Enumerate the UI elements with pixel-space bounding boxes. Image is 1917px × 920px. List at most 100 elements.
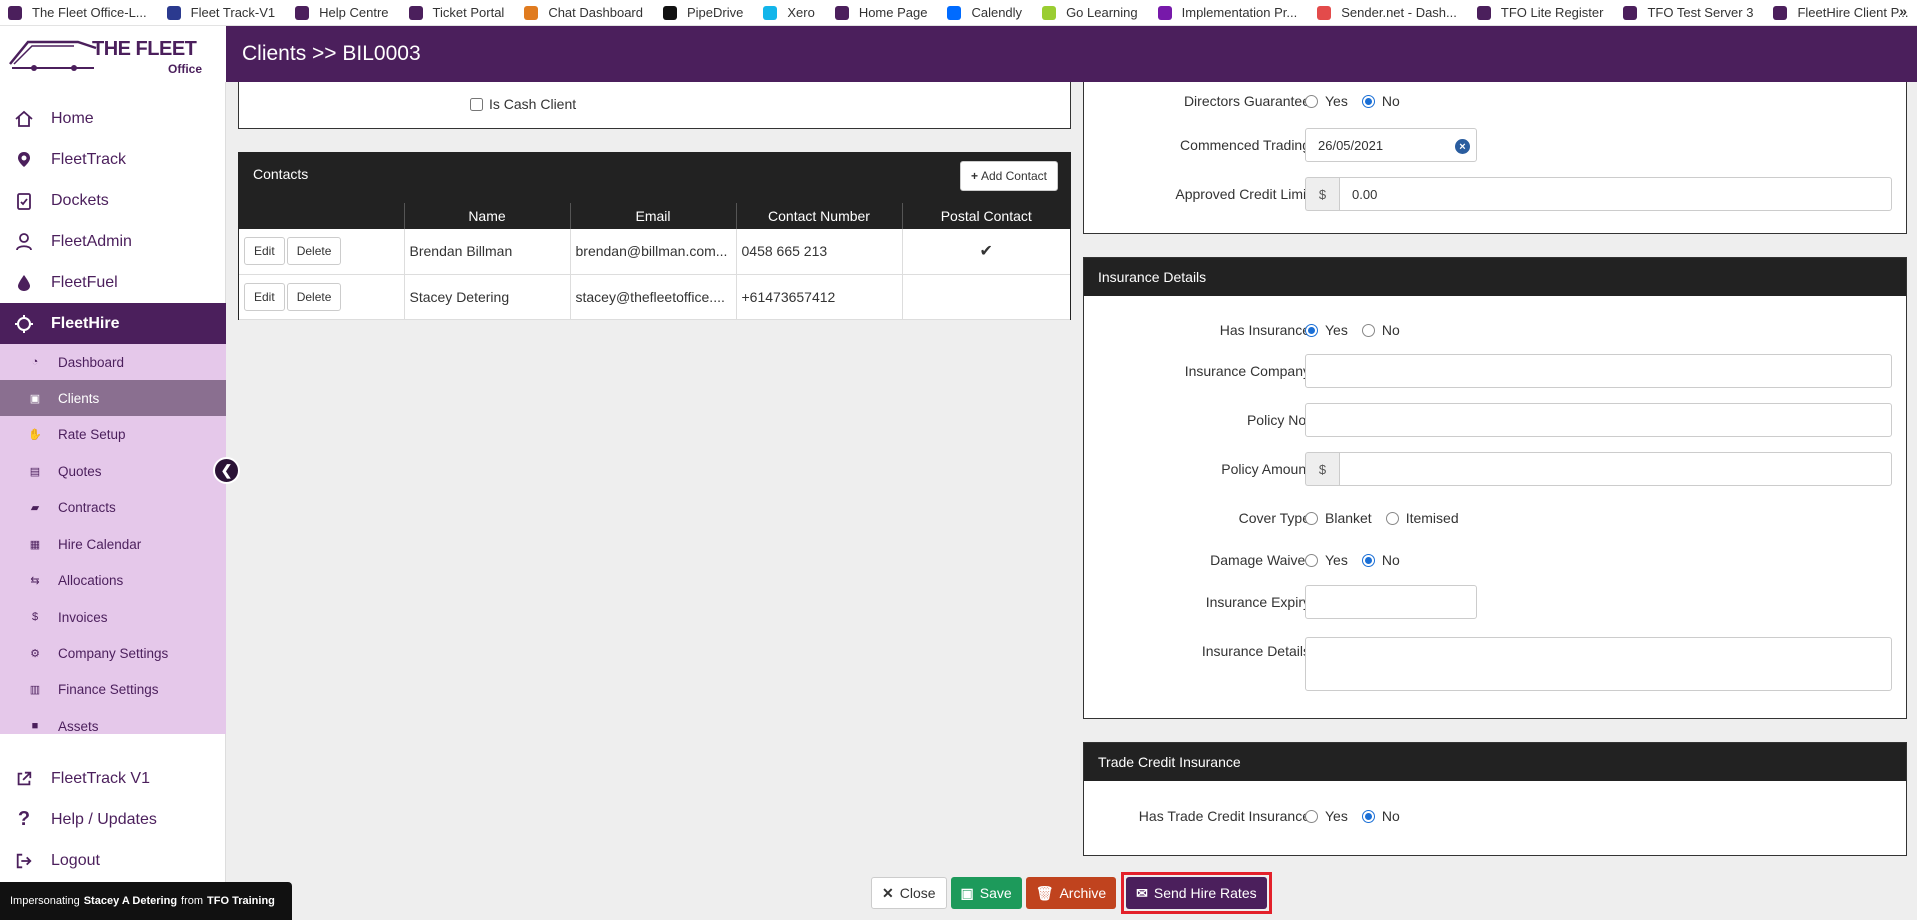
bookmark-favicon-icon [524, 5, 539, 20]
nav-home[interactable]: Home [0, 98, 226, 139]
radio-on-icon [1305, 323, 1318, 337]
radio-label: No [1381, 552, 1400, 568]
trade-credit-no-radio[interactable]: No [1361, 808, 1400, 824]
bookmark-label: Go Learning [1066, 5, 1138, 20]
column-header-contact-number[interactable]: Contact Number [735, 203, 902, 229]
close-button[interactable]: ✕ Close [871, 877, 947, 909]
table-row: Edit Delete Stacey Detering stacey@thefle… [239, 274, 1070, 320]
column-header-postal-contact[interactable]: Postal Contact [901, 203, 1070, 229]
cover-type-blanket-radio[interactable]: Blanket [1305, 510, 1372, 526]
radio-off-icon [1305, 809, 1318, 823]
nav-fleettrack[interactable]: FleetTrack [0, 139, 226, 180]
bookmark-item[interactable]: Chat Dashboard [524, 5, 643, 20]
nav-label: Help / Updates [51, 810, 157, 828]
column-header-name[interactable]: Name [403, 203, 570, 229]
id-card-icon: ▣ [29, 392, 41, 405]
bookmark-item[interactable]: Home Page [834, 5, 928, 20]
archive-button[interactable]: 🗑 Archive [1025, 877, 1117, 909]
sub-item-contracts[interactable]: ▰ Contracts [0, 489, 226, 525]
add-contact-button[interactable]: + Add Contact [959, 161, 1058, 191]
nav-logout[interactable]: Logout [0, 840, 226, 881]
sub-item-finance-settings[interactable]: ▥ Finance Settings [0, 671, 226, 707]
envelope-icon: ✉ [1136, 884, 1148, 901]
policy-no-input[interactable] [1305, 403, 1892, 437]
nav-help-updates[interactable]: ? Help / Updates [0, 799, 226, 840]
sub-item-clients[interactable]: ▣ Clients [0, 380, 226, 416]
bookmark-item[interactable]: Calendly [947, 5, 1022, 20]
bookmarks-bar: The Fleet Office-L... Fleet Track-V1 Help … [0, 0, 1917, 26]
sub-item-assets[interactable]: ■ Assets [0, 708, 226, 744]
bookmark-label: Ticket Portal [432, 5, 505, 20]
cover-type-row: Cover Type Blanket Itemised [1084, 501, 1906, 535]
save-label: Save [979, 885, 1012, 901]
directors-guarantee-no-radio[interactable]: No [1361, 93, 1400, 109]
bookmark-item[interactable]: TFO Test Server 3 [1623, 5, 1753, 20]
sub-item-quotes[interactable]: ▤ Quotes [0, 453, 226, 489]
delete-button[interactable]: Delete [286, 237, 342, 266]
bookmark-item[interactable]: The Fleet Office-L... [8, 5, 147, 20]
sub-item-dashboard[interactable]: ◔ Dashboard [0, 344, 226, 380]
archive-label: Archive [1059, 885, 1107, 901]
insurance-expiry-input[interactable] [1305, 585, 1477, 619]
postal-contact-check-icon: ✔ [901, 229, 1070, 275]
commenced-trading-date-field[interactable]: 26/05/2021 × [1305, 128, 1477, 162]
directors-guarantee-yes-radio[interactable]: Yes [1305, 93, 1348, 109]
trade-credit-yes-radio[interactable]: Yes [1305, 808, 1348, 824]
send-hire-rates-highlight: ✉ Send Hire Rates [1121, 872, 1272, 914]
cover-type-itemised-radio[interactable]: Itemised [1385, 510, 1459, 526]
calendar-icon: ▦ [29, 538, 41, 551]
damage-waiver-no-radio[interactable]: No [1361, 552, 1400, 568]
column-header-email[interactable]: Email [569, 203, 736, 229]
nav-dockets[interactable]: Dockets [0, 180, 226, 221]
sub-item-allocations[interactable]: ⇆ Allocations [0, 562, 226, 598]
bookmark-favicon-icon [1317, 5, 1332, 20]
home-icon [12, 107, 36, 131]
dollar-icon: $ [31, 611, 39, 623]
radio-off-icon [1361, 323, 1375, 337]
has-insurance-no-radio[interactable]: No [1361, 322, 1400, 338]
bookmark-favicon-icon [1623, 5, 1638, 20]
insurance-company-input[interactable] [1305, 354, 1892, 388]
cash-client-input[interactable] [470, 97, 483, 111]
truck-logo-icon [9, 40, 97, 71]
bookmark-item[interactable]: Ticket Portal [408, 5, 505, 20]
bookmark-item[interactable]: TFO Lite Register [1476, 5, 1603, 20]
plus-icon: + [970, 169, 978, 183]
send-hire-rates-button[interactable]: ✉ Send Hire Rates [1126, 877, 1267, 909]
delete-button[interactable]: Delete [286, 282, 342, 311]
sub-item-rate-setup[interactable]: ✋ Rate Setup [0, 416, 226, 452]
clear-date-icon[interactable]: × [1455, 139, 1470, 154]
bookmark-item[interactable]: Go Learning [1042, 5, 1138, 20]
collapse-sidebar-button[interactable]: ❮ [213, 457, 240, 484]
logo[interactable]: THE FLEET Office [0, 26, 226, 82]
bookmark-item[interactable]: Fleet Track-V1 [166, 5, 275, 20]
bookmark-label: Home Page [858, 5, 928, 20]
has-trade-credit-label: Has Trade Credit Insurance [1138, 808, 1310, 824]
bookmark-item[interactable]: Sender.net - Dash... [1317, 5, 1457, 20]
bookmark-item[interactable]: Xero [763, 5, 815, 20]
credit-limit-input[interactable]: 0.00 [1339, 177, 1892, 211]
trade-credit-card: Trade Credit Insurance Has Trade Credit … [1083, 742, 1907, 856]
more-bookmarks-icon[interactable]: » [1899, 3, 1907, 19]
sub-item-invoices[interactable]: $ Invoices [0, 599, 226, 635]
damage-waiver-yes-radio[interactable]: Yes [1305, 552, 1348, 568]
cash-client-checkbox[interactable]: Is Cash Client [470, 96, 576, 112]
sub-item-hire-calendar[interactable]: ▦ Hire Calendar [0, 526, 226, 562]
nav-fleettrack-v1[interactable]: FleetTrack V1 [0, 758, 226, 799]
nav-label: Home [51, 109, 94, 127]
bookmark-item[interactable]: FleetHire Client P... [1773, 5, 1908, 20]
edit-button[interactable]: Edit [244, 282, 285, 311]
sub-item-company-settings[interactable]: ⚙ Company Settings [0, 635, 226, 671]
nav-fleetadmin[interactable]: FleetAdmin [0, 221, 226, 262]
save-button[interactable]: ▣ Save [950, 877, 1022, 909]
nav-fleethire[interactable]: FleetHire [0, 303, 226, 344]
has-insurance-yes-radio[interactable]: Yes [1305, 322, 1348, 338]
bookmark-item[interactable]: Implementation Pr... [1157, 5, 1297, 20]
nav-fleetfuel[interactable]: FleetFuel [0, 262, 226, 303]
insurance-details-textarea[interactable] [1305, 637, 1892, 691]
edit-button[interactable]: Edit [244, 237, 285, 266]
contact-phone: 0458 665 213 [735, 229, 902, 275]
bookmark-item[interactable]: PipeDrive [662, 5, 743, 20]
policy-amount-input[interactable] [1339, 452, 1892, 486]
bookmark-item[interactable]: Help Centre [295, 5, 389, 20]
